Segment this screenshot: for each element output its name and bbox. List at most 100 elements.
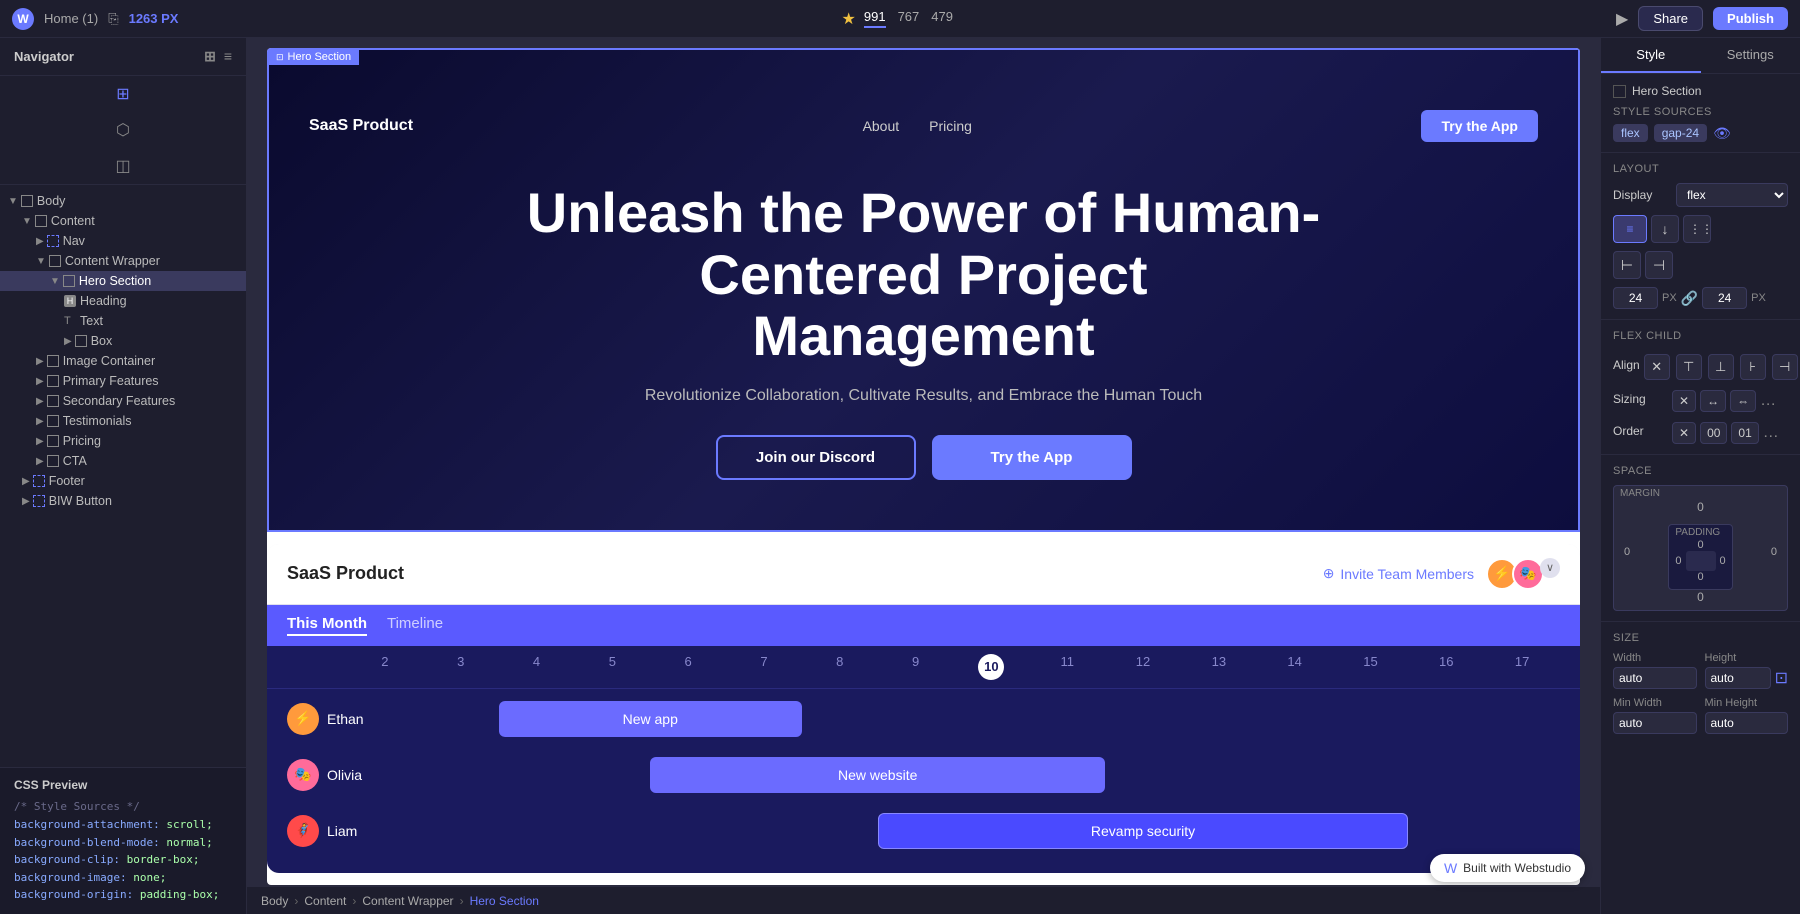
flex-dir-row[interactable]: ≡ (1613, 215, 1647, 243)
link-icon[interactable]: 🔗 (1681, 290, 1698, 307)
nav-link-about[interactable]: About (863, 118, 900, 134)
flex-align-center[interactable]: ⊣ (1645, 251, 1673, 279)
tree-pricing[interactable]: ▶ Pricing (0, 431, 246, 451)
tree-label-pf: Primary Features (63, 374, 159, 388)
publish-button[interactable]: Publish (1713, 7, 1788, 30)
nav-icon-2[interactable]: ≡ (224, 48, 232, 65)
tree-content[interactable]: ▼ Content (0, 211, 246, 231)
tab-timeline[interactable]: Timeline (387, 615, 443, 636)
sizing-x[interactable]: ✕ (1672, 390, 1696, 412)
built-with-webstudio-badge[interactable]: W Built with Webstudio (1430, 854, 1585, 882)
tree-biw-button[interactable]: ▶ BIW Button (0, 491, 246, 511)
breakpoint-479[interactable]: 479 (931, 9, 953, 28)
eye-icon[interactable]: 👁 (1713, 125, 1731, 142)
avatar-chevron[interactable]: ∨ (1540, 558, 1560, 578)
try-app-button[interactable]: Try the App (932, 435, 1132, 480)
tree-nav[interactable]: ▶ Nav (0, 231, 246, 251)
tree-cta[interactable]: ▶ CTA (0, 451, 246, 471)
align-bot[interactable]: ⊦ (1740, 354, 1766, 380)
nav-components-icon[interactable]: ⬡ (116, 120, 130, 140)
nav-pages-icon[interactable]: ⊞ (116, 84, 129, 104)
order-more[interactable]: … (1763, 424, 1779, 442)
align-str[interactable]: ⊣ (1772, 354, 1798, 380)
gap-left-input[interactable] (1613, 287, 1658, 309)
gap-row: PX 🔗 PX (1613, 287, 1788, 309)
tree-body[interactable]: ▼ Body (0, 191, 246, 211)
flex-dir-col[interactable]: ↓ (1651, 215, 1679, 243)
home-label[interactable]: Home (1) (44, 11, 98, 26)
breadcrumb-wrapper[interactable]: Content Wrapper (362, 894, 453, 908)
flex-dir-col-rev[interactable]: ⋮⋮ (1683, 215, 1711, 243)
breakpoint-767[interactable]: 767 (898, 9, 920, 28)
order-x[interactable]: ✕ (1672, 422, 1696, 444)
align-top[interactable]: ⊤ (1676, 354, 1702, 380)
timeline-dates: 2 3 4 5 6 7 8 9 10 11 12 13 14 (267, 646, 1580, 689)
gap-right-input[interactable] (1702, 287, 1747, 309)
tree-text[interactable]: T Text (0, 311, 246, 331)
order-2[interactable]: 01 (1731, 422, 1758, 444)
min-width-field: Min Width (1613, 697, 1697, 734)
sizing-grow[interactable]: ⇔ (1730, 390, 1756, 412)
tree-content-wrapper[interactable]: ▼ Content Wrapper (0, 251, 246, 271)
breakpoint-991[interactable]: 991 (864, 9, 886, 28)
timeline-tabs: This Month Timeline (267, 605, 1580, 646)
task-bar-ethan[interactable]: New app (499, 701, 802, 737)
task-bar-olivia[interactable]: New website (650, 757, 1105, 793)
order-1[interactable]: 00 (1700, 422, 1727, 444)
tab-style[interactable]: Style (1601, 38, 1701, 73)
sizing-shrink[interactable]: ↔ (1700, 390, 1726, 412)
task-bar-liam[interactable]: Revamp security (878, 813, 1409, 849)
tab-settings[interactable]: Settings (1701, 38, 1800, 73)
tree-heading[interactable]: H Heading (0, 291, 246, 311)
tree-hero-section[interactable]: ▼ Hero Section (0, 271, 246, 291)
hero-checkbox[interactable] (1613, 85, 1626, 98)
align-mid[interactable]: ⊥ (1708, 354, 1734, 380)
tree-primary-features[interactable]: ▶ Primary Features (0, 371, 246, 391)
breadcrumb-body[interactable]: Body (261, 894, 288, 908)
discord-button[interactable]: Join our Discord (716, 435, 916, 480)
tree-label-footer: Footer (49, 474, 85, 488)
app-section: SaaS Product ⊕ Invite Team Members ⚡ 🎭 ∨ (267, 544, 1580, 873)
hero-checkbox-row: Hero Section (1613, 84, 1788, 98)
flex-align-buttons: ⊢ ⊣ (1613, 251, 1788, 279)
token-gap[interactable]: gap-24 (1654, 124, 1707, 142)
tree-box[interactable]: ▶ Box (0, 331, 246, 351)
height-expand-button[interactable]: ⊡ (1775, 668, 1788, 688)
flex-align-start[interactable]: ⊢ (1613, 251, 1641, 279)
width-input[interactable] (1613, 667, 1697, 689)
tab-this-month[interactable]: This Month (287, 615, 367, 636)
token-flex[interactable]: flex (1613, 124, 1648, 142)
sizing-more[interactable]: … (1760, 392, 1776, 410)
nav-assets-icon[interactable]: ◫ (115, 156, 130, 176)
invite-button[interactable]: ⊕ Invite Team Members (1323, 565, 1474, 582)
side-icon-nav: ⊞ ⬡ ◫ (0, 76, 246, 185)
copy-icon[interactable]: ⎘ (108, 11, 118, 27)
min-height-input[interactable] (1705, 712, 1789, 734)
breadcrumb-hero[interactable]: Hero Section (470, 894, 539, 908)
tree-image-container[interactable]: ▶ Image Container (0, 351, 246, 371)
share-button[interactable]: Share (1638, 6, 1703, 31)
height-input[interactable] (1705, 667, 1771, 689)
min-height-field: Min Height (1705, 697, 1789, 734)
tree-label-cta: CTA (63, 454, 87, 468)
tree-footer[interactable]: ▶ Footer (0, 471, 246, 491)
preview-button[interactable]: ▶ (1616, 9, 1628, 29)
breadcrumb-sep-1: › (294, 894, 298, 908)
size-grid: Width Height ⊡ Min Width Min Height (1613, 652, 1788, 734)
date-9: 9 (878, 654, 954, 680)
webstudio-logo[interactable]: W (12, 8, 34, 30)
align-x[interactable]: ✕ (1644, 354, 1670, 380)
main-layout: Navigator ⊞ ≡ ⊞ ⬡ ◫ ▼ Body ▼ Content (0, 38, 1800, 914)
margin-top-val: 0 (1620, 500, 1781, 514)
nav-cta-button[interactable]: Try the App (1421, 110, 1538, 142)
tree-testimonials[interactable]: ▶ Testimonials (0, 411, 246, 431)
margin-label: MARGIN (1620, 488, 1660, 499)
breadcrumb-content[interactable]: Content (304, 894, 346, 908)
min-width-input[interactable] (1613, 712, 1697, 734)
display-select[interactable]: flex block grid (1676, 183, 1788, 207)
nav-icon-1[interactable]: ⊞ (204, 48, 216, 65)
tree-secondary-features[interactable]: ▶ Secondary Features (0, 391, 246, 411)
order-label-row: Order ✕ 00 01 … (1613, 418, 1788, 444)
top-bar-left: W Home (1) ⎘ 1263 PX (12, 8, 178, 30)
nav-link-pricing[interactable]: Pricing (929, 118, 972, 134)
